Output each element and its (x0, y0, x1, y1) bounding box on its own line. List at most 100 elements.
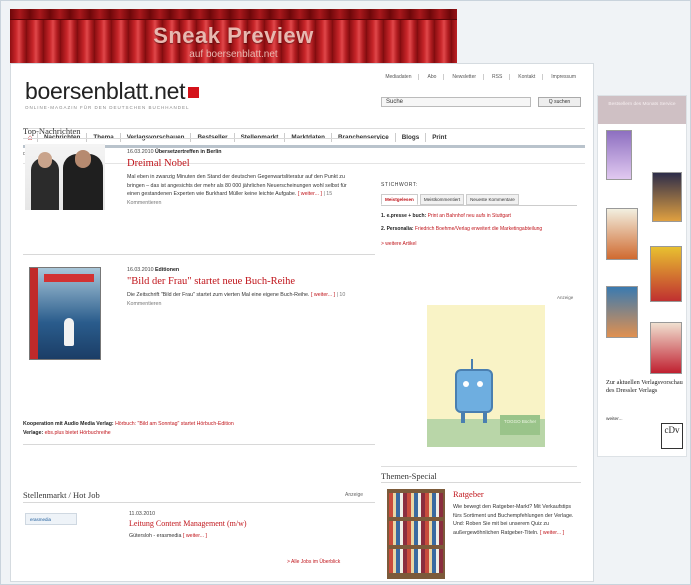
divider (381, 482, 581, 483)
divider (23, 254, 375, 255)
cooperation-label-2: Verlage: (23, 430, 44, 436)
job-company-logo[interactable]: erasmedia (25, 513, 77, 525)
article-1: 16.03.2010 Übersetzertreffen in Berlin D… (127, 149, 359, 207)
article-2-body: Die Zeitschrift "Bild der Frau" startet … (127, 291, 359, 308)
robot-icon (455, 359, 493, 423)
themen-special: Themen-Special (381, 466, 577, 481)
dressler-logo: cDv (661, 423, 683, 449)
list-item-name: e.presse + buch: (386, 213, 427, 219)
cooperation-line-2: Verlage: ebs.plus bietet Hörbuchreihe (23, 429, 373, 438)
job-headline[interactable]: Leitung Content Management (m/w) (129, 519, 359, 528)
toplink-impressum[interactable]: Impressum (551, 74, 583, 80)
bookshelf-image[interactable] (387, 489, 445, 579)
stichwort-tabs: Meistgelesen Meistkommentiert Neueste Ko… (381, 194, 577, 205)
article-photo-book[interactable] (29, 267, 101, 360)
article-2-category: Editionen (155, 267, 180, 273)
list-item-name: Personalia: (386, 225, 414, 232)
job-more-link[interactable]: [ weiter... ] (183, 533, 207, 539)
banner-title: Sneak Preview (153, 23, 314, 48)
ratgeber-headline[interactable]: Ratgeber (453, 489, 577, 499)
list-item-link[interactable]: Print an Bahnhof neu aufs in Stuttgart (428, 213, 511, 219)
job-body: Gütersloh - erasmedia [ weiter... ] (129, 532, 359, 541)
article-1-date: 16.03.2010 (127, 149, 154, 155)
article-photo-people[interactable] (25, 144, 105, 210)
nav-thema[interactable]: Thema (86, 132, 119, 142)
list-item[interactable]: 2. Personalia: Friedrich Boehme/Verlag e… (381, 225, 577, 234)
tab-meistkommentiert[interactable]: Meistkommentiert (419, 194, 465, 205)
article-1-category: Übersetzertreffen in Berlin (155, 149, 222, 155)
cooperation-link-2[interactable]: ebs.plus bietet Hörbuchreihe (45, 430, 111, 436)
article-2-text: Die Zeitschrift "Bild der Frau" startet … (127, 292, 310, 298)
top-links: Mediadaten Abo Newsletter RSS Kontakt Im… (385, 74, 583, 80)
nav-blogs[interactable]: Blogs (394, 132, 426, 142)
nav-print[interactable]: Print (425, 132, 452, 142)
list-item-number: 2. (381, 225, 386, 232)
stichwort-list: 1. e.presse + buch: Print an Bahnhof neu… (381, 205, 577, 233)
search-input[interactable]: Suche (381, 97, 531, 107)
weitere-artikel-link[interactable]: > weitere Artikel (381, 241, 577, 247)
toggo-ad[interactable]: TOGGO Bücher (427, 305, 545, 447)
list-item-number: 1. (381, 213, 386, 219)
ratgeber-teaser: Ratgeber Wie bewegt den Ratgeber-Markt? … (453, 489, 577, 537)
logo-text: boersenblatt.net (25, 78, 186, 104)
banner-subtitle: auf boersenblatt.net (189, 49, 278, 60)
article-1-headline[interactable]: Dreimal Nobel (127, 158, 359, 169)
ad-anzeige-label: Anzeige (557, 295, 574, 300)
article-1-meta: 16.03.2010 Übersetzertreffen in Berlin (127, 149, 359, 155)
themen-title: Themen-Special (381, 471, 437, 481)
divider (23, 502, 375, 503)
article-1-more-link[interactable]: [ weiter... ] (298, 191, 322, 197)
book-cover[interactable] (650, 246, 682, 302)
toplink-mediadaten[interactable]: Mediadaten (385, 74, 420, 80)
page-viewport: Sneak Preview auf boersenblatt.net boers… (0, 0, 691, 585)
logo-badge-icon (188, 87, 200, 99)
job-date: 11.03.2010 (129, 511, 156, 517)
search-button[interactable]: Q suchen (538, 97, 581, 107)
cooperation-links: Kooperation mit Audio Media Verlag: Hörb… (23, 420, 373, 438)
book-cover[interactable] (650, 322, 682, 374)
right-sidebar: Bestsellern des Monats Service Zur aktue… (597, 95, 687, 457)
article-2-more-link[interactable]: [ weiter... ] (311, 292, 335, 298)
article-2-meta: 16.03.2010 Editionen (127, 267, 359, 273)
nav-bestseller[interactable]: Bestseller (190, 132, 233, 142)
all-jobs-link[interactable]: > Alle Jobs im Überblick (287, 559, 340, 565)
divider (23, 138, 375, 139)
job-listing: 11.03.2010 Leitung Content Management (m… (129, 511, 359, 541)
sidebar-more-link[interactable]: weiter... (606, 417, 623, 422)
nav-stellenmarkt[interactable]: Stellenmarkt (233, 132, 285, 142)
website-page: boersenblatt.net ONLINE-MAGAZIN FÜR DEN … (10, 63, 594, 582)
nav-branchenservice[interactable]: Branchenservice (330, 132, 395, 142)
cooperation-link-1[interactable]: Hörbuch: "Bild am Sonntag" startet Hörbu… (115, 421, 234, 427)
ad-tag: TOGGO Bücher (500, 415, 540, 435)
divider (23, 444, 375, 445)
book-cover[interactable] (606, 286, 638, 338)
toplink-rss[interactable]: RSS (492, 74, 511, 80)
book-cover[interactable] (606, 208, 638, 260)
tab-meistgelesen[interactable]: Meistgelesen (381, 194, 418, 205)
sidebar-promo-text[interactable]: Zur aktuellen Verlagsvorschau des Dressl… (606, 379, 686, 395)
article-2-date: 16.03.2010 (127, 267, 154, 273)
cooperation-line-1: Kooperation mit Audio Media Verlag: Hörb… (23, 420, 373, 429)
list-item-link[interactable]: Friedrich Boehme/Verlag erweitert die Ma… (415, 226, 542, 232)
book-cover[interactable] (652, 172, 682, 222)
article-2-headline[interactable]: "Bild der Frau" startet neue Buch-Reihe (127, 276, 359, 287)
ratgeber-more-link[interactable]: [ weiter... ] (540, 530, 564, 536)
site-logo[interactable]: boersenblatt.net (25, 78, 200, 105)
stellenmarkt-title: Stellenmarkt / Hot Job (23, 490, 100, 500)
toplink-abo[interactable]: Abo (427, 74, 445, 80)
nav-verlagsvorschauen[interactable]: Verlagsvorschauen (119, 132, 191, 142)
site-tagline: ONLINE-MAGAZIN FÜR DEN DEUTSCHEN BUCHHAN… (25, 105, 190, 110)
toplink-kontakt[interactable]: Kontakt (518, 74, 544, 80)
book-cover[interactable] (606, 130, 632, 180)
job-company: Gütersloh - erasmedia (129, 533, 182, 539)
ratgeber-body: Wie bewegt den Ratgeber-Markt? Mit Verka… (453, 503, 577, 537)
stellenmarkt-anzeige: Anzeige (345, 492, 364, 498)
top-news-title: Top-Nachrichten (23, 126, 81, 136)
toplink-newsletter[interactable]: Newsletter (452, 74, 485, 80)
cooperation-label-1: Kooperation mit Audio Media Verlag: (23, 421, 114, 427)
list-item[interactable]: 1. e.presse + buch: Print an Bahnhof neu… (381, 212, 577, 221)
article-2: 16.03.2010 Editionen "Bild der Frau" sta… (127, 267, 359, 308)
nav-marktdaten[interactable]: Marktdaten (284, 132, 331, 142)
sidebar-header: Bestsellern des Monats Service (598, 96, 686, 124)
tab-neueste-kommentare[interactable]: Neueste Kommentare (466, 194, 519, 205)
